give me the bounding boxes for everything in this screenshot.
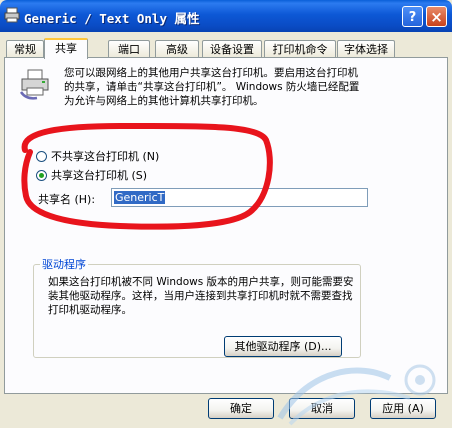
share-label: 共享这台打印机 (S) [51,169,148,182]
close-button[interactable]: × [426,6,447,27]
tab-general[interactable]: 常规 [6,40,44,58]
no-share-radio[interactable] [36,150,47,162]
ok-button[interactable]: 确定 [208,398,274,419]
share-option[interactable]: 共享这台打印机 (S) [36,167,147,183]
shared-printer-icon [19,69,49,100]
tab-printer-commands[interactable]: 打印机命令 [264,40,336,58]
tab-sharing[interactable]: 共享 [44,38,88,59]
other-drivers-button[interactable]: 其他驱动程序 (D)... [224,336,342,357]
sharing-description: 您可以跟网络上的其他用户共享这台打印机。要启用这台打印机的共享，请单击“共享这台… [64,67,360,107]
tab-ports[interactable]: 端口 [108,40,150,58]
tab-device-settings[interactable]: 设备设置 [202,40,262,58]
no-share-option[interactable]: 不共享这台打印机 (N) [36,148,159,164]
tab-strip: 常规 共享 端口 高级 设备设置 打印机命令 字体选择 [4,38,448,59]
printer-app-icon [4,7,20,23]
share-name-input[interactable]: GenericT [111,188,368,207]
tab-font-selection[interactable]: 字体选择 [337,40,395,58]
drivers-group-title: 驱动程序 [40,256,88,272]
share-radio[interactable] [36,169,47,181]
tab-advanced[interactable]: 高级 [155,40,199,58]
no-share-label: 不共享这台打印机 (N) [51,150,160,163]
title-bar[interactable]: Generic / Text Only 属性 ? × [0,0,452,32]
share-name-value: GenericT [114,191,166,204]
window-title: Generic / Text Only 属性 [24,11,200,26]
watermark-logo [277,364,436,426]
help-button[interactable]: ? [402,6,423,27]
drivers-description: 如果这台打印机被不同 Windows 版本的用户共享，则可能需要安装其他驱动程序… [48,276,354,316]
share-name-label: 共享名 (H): [38,193,96,206]
